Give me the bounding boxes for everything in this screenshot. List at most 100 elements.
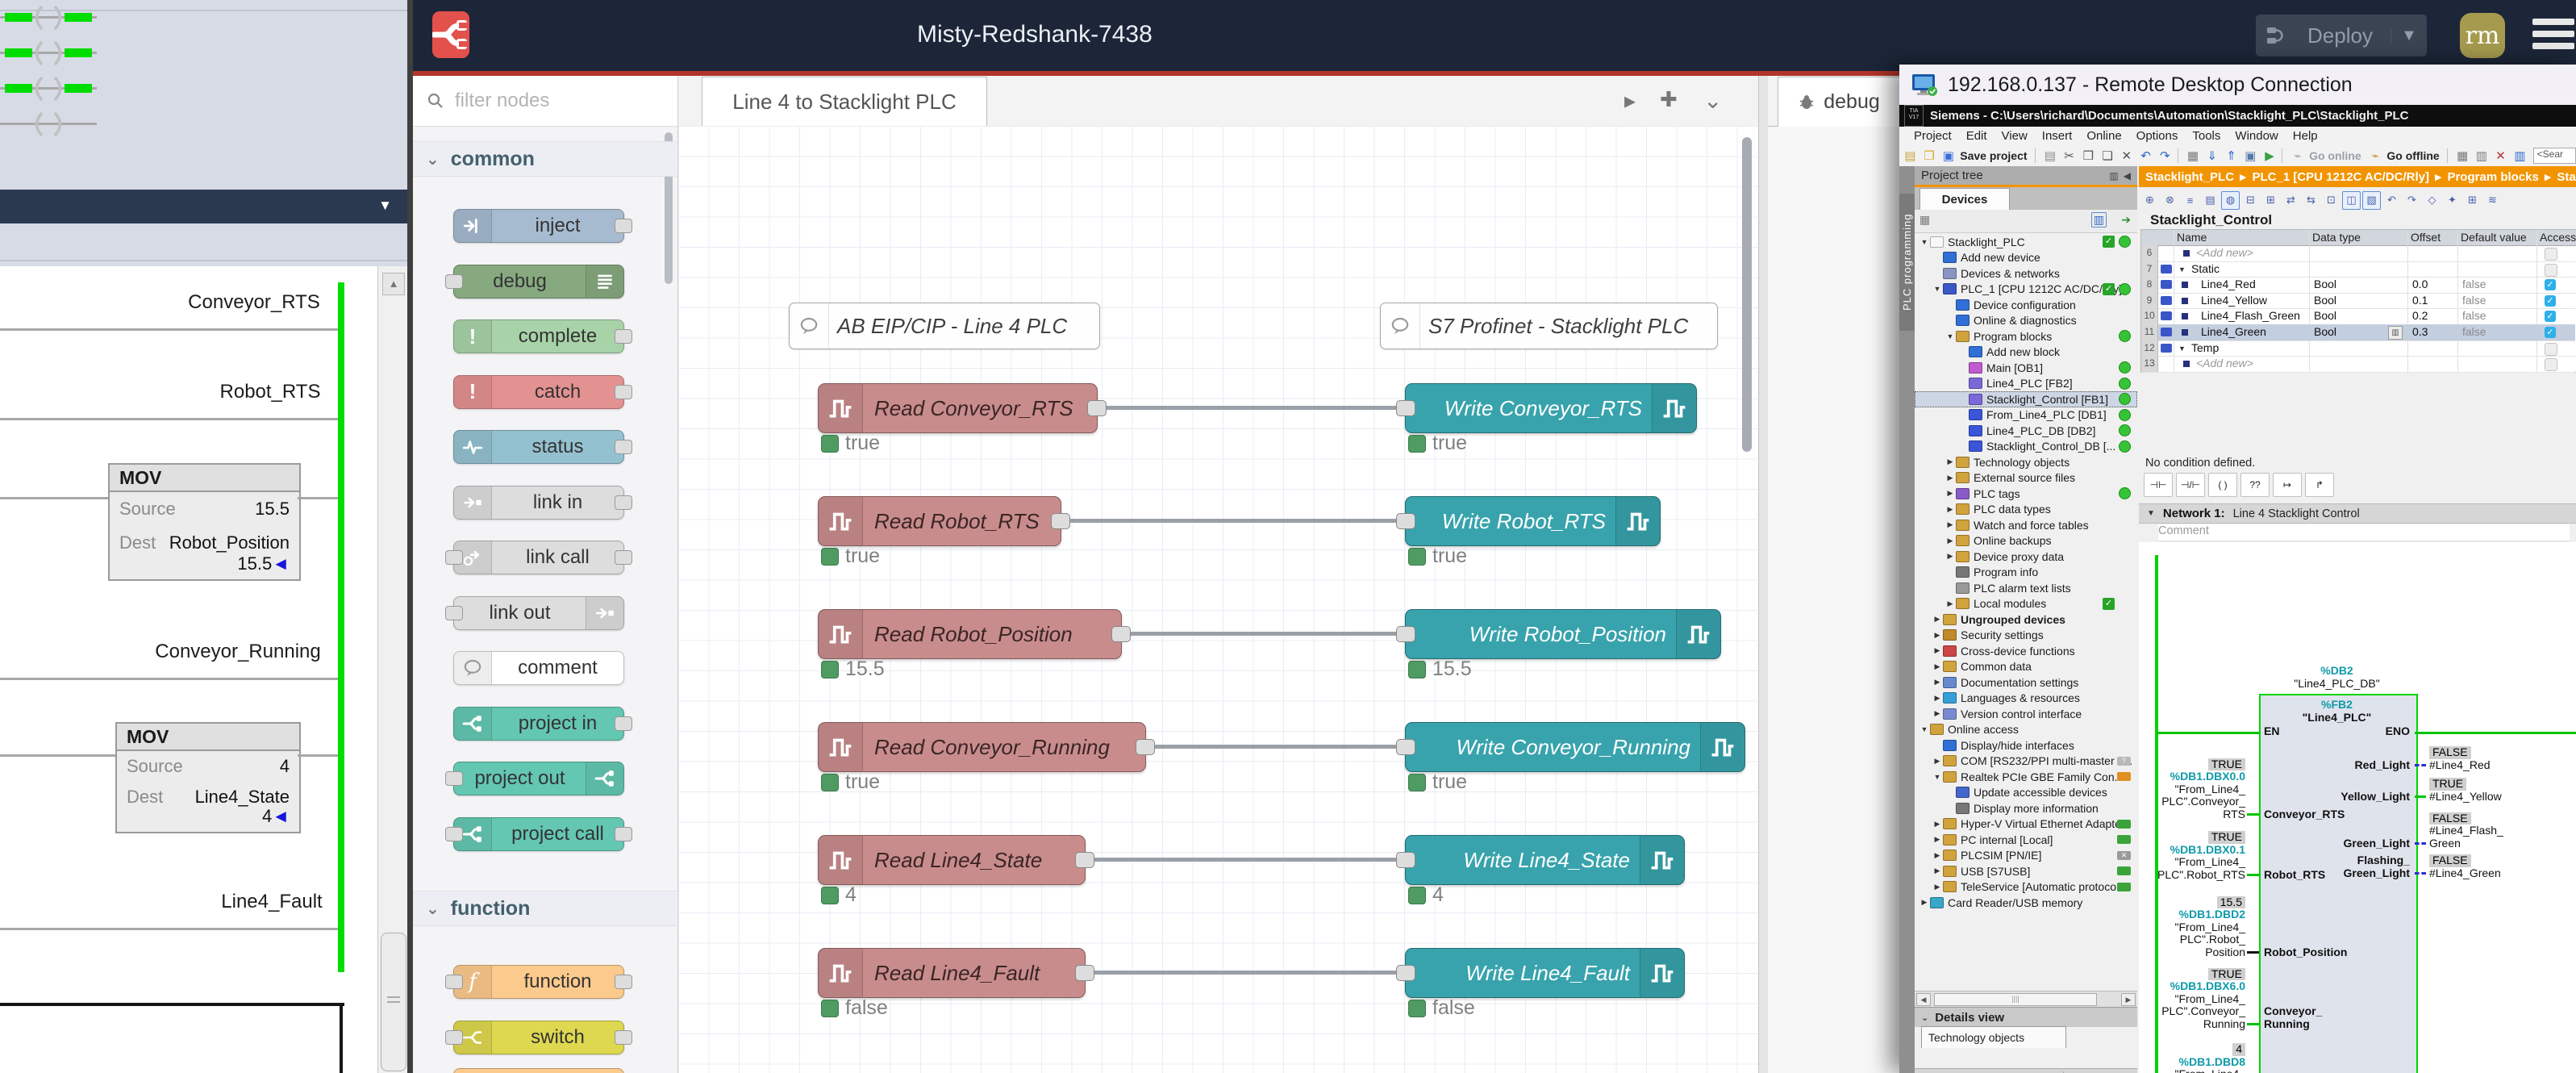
print-icon[interactable]: ▤	[2041, 147, 2058, 165]
node-port-out[interactable]	[615, 975, 632, 989]
menu-options[interactable]: Options	[2136, 129, 2178, 143]
checkbox-unchecked[interactable]	[2545, 343, 2557, 356]
tree-item-display-hide-interfaces[interactable]: Display/hide interfaces	[1915, 737, 2137, 754]
collapse-panel-icon[interactable]: ◀	[2124, 170, 2131, 182]
expander-closed-icon[interactable]: ▶	[1932, 835, 1942, 844]
checkbox-unchecked[interactable]	[2545, 248, 2557, 261]
tree-item-line4-plc-db-db2-[interactable]: Line4_PLC_DB [DB2]	[1915, 423, 2137, 439]
expander-closed-icon[interactable]: ▶	[1932, 851, 1942, 860]
cut-icon[interactable]: ✂	[2061, 147, 2078, 165]
tab-plc-programming[interactable]: PLC programming	[1899, 194, 1915, 331]
expander-closed-icon[interactable]: ▶	[1945, 505, 1955, 514]
palette-node-function[interactable]: ffunction	[453, 965, 624, 999]
node-port-in[interactable]	[445, 1030, 463, 1045]
palette-node-complete[interactable]: !complete	[453, 319, 624, 353]
tree-item-pc-internal-local-[interactable]: ▶PC internal [Local]	[1915, 832, 2137, 848]
ladder-navy-bar[interactable]: ▼	[0, 190, 408, 223]
search-input[interactable]: <Sear	[2533, 148, 2576, 164]
expander-closed-icon[interactable]: ▶	[1932, 694, 1942, 703]
expander-closed-icon[interactable]: ▶	[1945, 599, 1955, 608]
tree-hscrollbar[interactable]: ◀ ▶ ||||	[1915, 991, 2137, 1008]
tree-item-plc-data-types[interactable]: ▶PLC data types	[1915, 502, 2137, 518]
tab-list-icon[interactable]: ▸	[1624, 87, 1636, 114]
palette-node-link-call[interactable]: link call	[453, 541, 624, 574]
mov-instruction-2[interactable]: MOV Source4 DestLine4_State 4◄	[115, 722, 301, 833]
editor-tool-icon[interactable]: ◇	[2423, 191, 2441, 210]
expander-closed-icon[interactable]: ▶	[1945, 520, 1955, 529]
comment-node[interactable]: S7 Profinet - Stacklight PLC	[1380, 303, 1718, 349]
expander-closed-icon[interactable]: ▶	[1932, 678, 1942, 687]
fbd-input-operand[interactable]: 15.5%DB1.DBD2"From_Line4_PLC".Robot_Posi…	[2145, 896, 2245, 959]
flow-tab[interactable]: Line 4 to Stacklight PLC	[702, 77, 987, 127]
checkbox-checked[interactable]: ✓	[2545, 295, 2556, 307]
tree-item-teleservice-automatic-protoco-[interactable]: ▶TeleService [Automatic protoco...	[1915, 879, 2137, 896]
editor-tool-icon[interactable]: ⊞	[2463, 191, 2482, 210]
expander-open-icon[interactable]: ▼	[1919, 238, 1929, 246]
checkbox-unchecked[interactable]	[2545, 264, 2557, 277]
expander-open-icon[interactable]: ▼	[2178, 344, 2186, 353]
breadcrumb-item[interactable]: Program blocks	[2447, 170, 2538, 184]
checkbox-checked[interactable]: ✓	[2545, 311, 2556, 322]
table-row-line4-green[interactable]: 11Line4_GreenBool▥0.3false✓	[2141, 324, 2575, 341]
node-port-out[interactable]	[1075, 965, 1094, 981]
editor-tool-icon[interactable]: ≋	[2483, 191, 2502, 210]
flow-read-node[interactable]: Read Robot_Position	[818, 609, 1122, 659]
tree-item-main-ob1-[interactable]: Main [OB1]	[1915, 360, 2137, 376]
palette-search[interactable]	[413, 76, 677, 127]
node-port-in[interactable]	[445, 827, 463, 841]
palette-node-link-in[interactable]: link in	[453, 486, 624, 520]
expander-closed-icon[interactable]: ▶	[1945, 552, 1955, 561]
new-project-icon[interactable]: ▤	[1902, 147, 1919, 165]
open-project-icon[interactable]: ❒	[1921, 147, 1938, 165]
lad-favorite-icon[interactable]: ⊣⊢	[2144, 473, 2173, 497]
fbd-output-operand[interactable]: FALSE#Line4_Red	[2429, 746, 2550, 771]
node-port-out[interactable]	[1087, 400, 1107, 416]
lad-favorite-icon[interactable]: ↱	[2305, 473, 2334, 497]
coil-off[interactable]	[0, 106, 97, 142]
expander-closed-icon[interactable]: ▶	[1932, 709, 1942, 718]
column-header-offset[interactable]: Offset	[2411, 230, 2457, 246]
delete-icon[interactable]: ✕	[2118, 147, 2135, 165]
tree-item-online-diagnostics[interactable]: Online & diagnostics	[1915, 313, 2137, 329]
node-port-in[interactable]	[1396, 513, 1415, 529]
tree-item-device-configuration[interactable]: Device configuration	[1915, 297, 2137, 313]
canvas-scrollbar-thumb[interactable]	[1742, 137, 1752, 452]
tree-item-plc-tags[interactable]: ▶PLC tags	[1915, 486, 2137, 502]
tree-config-icon[interactable]: ▦	[1919, 213, 1930, 227]
expander-closed-icon[interactable]: ▶	[1932, 646, 1942, 655]
editor-tool-icon[interactable]: ◫	[2342, 191, 2361, 210]
checkbox-checked[interactable]: ✓	[2545, 279, 2556, 290]
node-port-out[interactable]	[615, 495, 632, 510]
breadcrumb[interactable]: Stacklight_PLC▶PLC_1 [CPU 1212C AC/DC/Rl…	[2139, 166, 2576, 187]
tree-item-plcsim-pn-ie-[interactable]: ▶PLCSIM [PN/IE]✕	[1915, 848, 2137, 864]
compile-icon[interactable]: ▦	[2185, 147, 2202, 165]
main-menu-icon[interactable]	[2532, 19, 2574, 55]
node-port-in[interactable]	[1396, 400, 1415, 416]
expander-open-icon[interactable]: ▼	[1932, 285, 1942, 293]
tree-item-version-control-interface[interactable]: ▶Version control interface	[1915, 706, 2137, 722]
expander-closed-icon[interactable]: ▶	[1945, 457, 1955, 466]
datatype-picker-button[interactable]: ▥	[2388, 326, 2403, 340]
save-icon[interactable]: ▣	[1940, 147, 1957, 165]
node-port-out[interactable]	[615, 440, 632, 454]
checkbox-checked[interactable]: ✓	[2545, 327, 2556, 338]
menu-tools[interactable]: Tools	[2192, 129, 2220, 143]
flow-read-node[interactable]: Read Conveyor_RTS	[818, 383, 1098, 433]
node-port-in[interactable]	[1396, 626, 1415, 642]
flow-canvas[interactable]	[678, 126, 1758, 1073]
fbd-input-operand[interactable]: 4%DB1.DBD8"From_Line4_PLC".Line4_State	[2145, 1043, 2245, 1073]
tab-menu-chevron-icon[interactable]: ⌄	[1703, 87, 1722, 114]
table-row-temp[interactable]: 12▼Temp	[2141, 340, 2575, 357]
expander-closed-icon[interactable]: ▶	[1932, 631, 1942, 640]
tree-item-hyper-v-virtual-ethernet-adapt[interactable]: ▶Hyper-V Virtual Ethernet Adapter	[1915, 816, 2137, 833]
node-port-out[interactable]	[615, 385, 632, 399]
editor-tool-icon[interactable]: ≡	[2181, 191, 2199, 210]
node-port-out[interactable]	[1075, 852, 1094, 868]
lad-favorite-icon[interactable]: ⊣/⊢	[2176, 473, 2205, 497]
editor-tool-icon[interactable]: ⇄	[2282, 191, 2300, 210]
node-port-out[interactable]	[615, 550, 632, 565]
deploy-button[interactable]: Deploy ▼	[2256, 15, 2427, 56]
tree-view-icon[interactable]: ▥	[2091, 212, 2107, 228]
tree-sync-icon[interactable]: ➔	[2121, 213, 2131, 227]
tree-item-add-new-block[interactable]: Add new block	[1915, 344, 2137, 361]
